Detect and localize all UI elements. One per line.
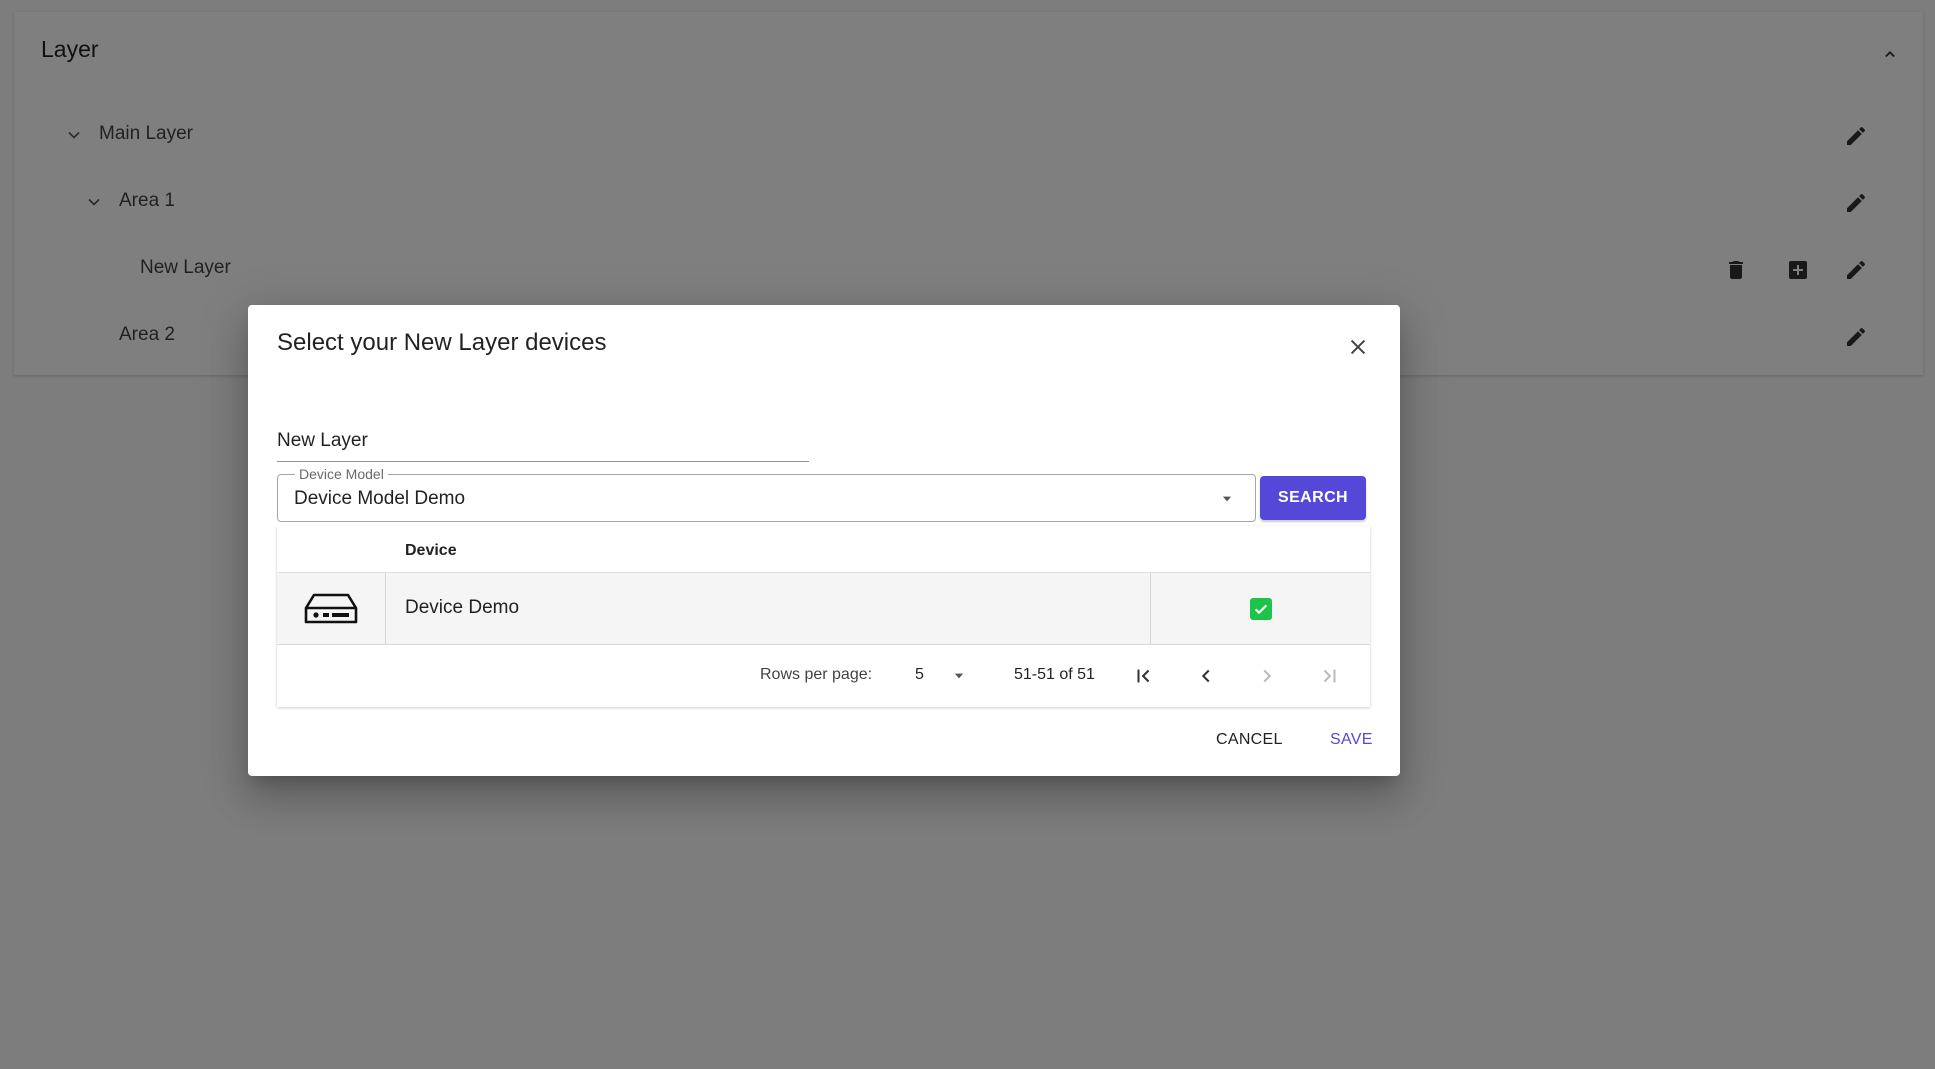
device-model-label: Device Model: [295, 466, 388, 482]
first-page-icon: [1137, 669, 1150, 683]
close-button[interactable]: [1340, 329, 1376, 365]
device-model-value: Device Model Demo: [294, 488, 466, 509]
rows-per-page-select[interactable]: 5: [915, 662, 975, 690]
device-select-checkbox[interactable]: [1250, 597, 1272, 620]
layer-name-value: New Layer: [277, 430, 368, 451]
caret-down-icon: [949, 666, 969, 686]
last-page-button[interactable]: [1312, 659, 1346, 693]
device-name: Device Demo: [405, 597, 520, 618]
devices-table: Device Device Demo Rows per page: 5 51-5…: [277, 526, 1370, 707]
rows-per-page-label: Rows per page:: [760, 666, 873, 683]
column-header-device: Device: [405, 542, 457, 559]
layer-name-field[interactable]: New Layer: [277, 421, 809, 462]
device-image-cell: [277, 573, 386, 644]
chevron-left-icon: [1201, 669, 1210, 683]
rows-per-page-value: 5: [915, 666, 924, 683]
device-icon: [304, 593, 358, 623]
close-icon: [1350, 339, 1366, 355]
caret-down-icon: [1217, 489, 1237, 509]
next-page-button[interactable]: [1250, 659, 1284, 693]
last-page-icon: [1323, 669, 1336, 683]
first-page-button[interactable]: [1127, 659, 1161, 693]
device-model-select[interactable]: Device Model Device Model Demo: [277, 466, 1256, 522]
table-header: Device: [277, 526, 1370, 573]
dialog-title: Select your New Layer devices: [277, 329, 607, 356]
cancel-button[interactable]: CANCEL: [1216, 731, 1283, 749]
pagination-range: 51-51 of 51: [1014, 666, 1095, 683]
chevron-right-icon: [1263, 669, 1272, 683]
checkmark-icon: [1254, 604, 1268, 614]
table-pagination: Rows per page: 5 51-51 of 51: [277, 644, 1370, 707]
save-button[interactable]: SAVE: [1330, 731, 1373, 749]
table-row[interactable]: Device Demo: [277, 573, 1370, 645]
previous-page-button[interactable]: [1189, 659, 1223, 693]
select-cell: [1150, 573, 1371, 644]
search-button[interactable]: SEARCH: [1260, 476, 1366, 520]
select-devices-dialog: Select your New Layer devices New Layer …: [248, 305, 1400, 776]
